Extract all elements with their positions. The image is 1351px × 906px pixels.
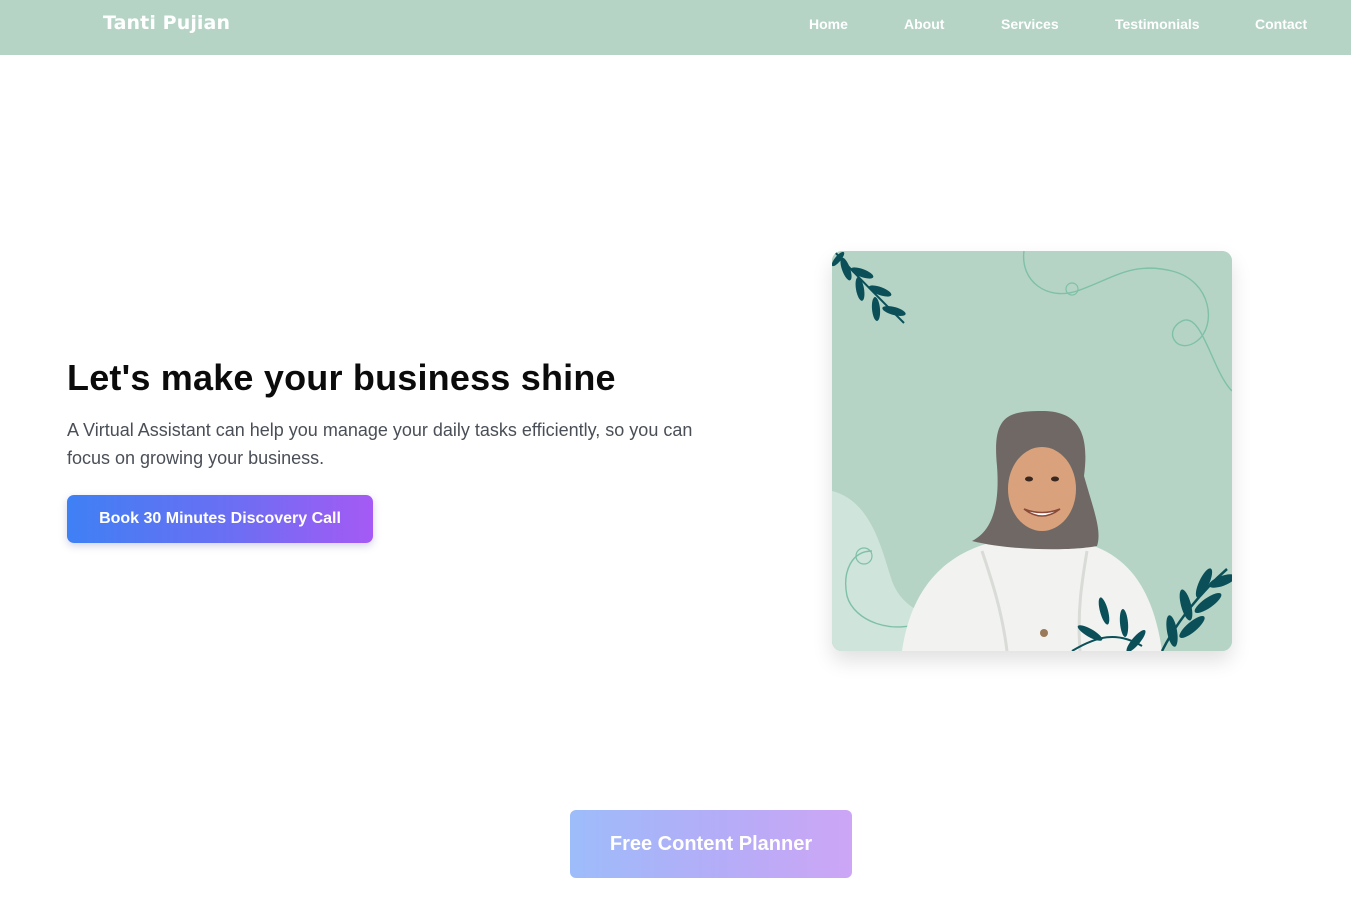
nav-link-contact[interactable]: Contact [1255,16,1307,32]
nav-link-about[interactable]: About [904,16,944,32]
book-discovery-call-button[interactable]: Book 30 Minutes Discovery Call [67,495,373,543]
hero-description: A Virtual Assistant can help you manage … [67,420,693,468]
nav-link-home[interactable]: Home [809,16,848,32]
brand-logo-link[interactable]: Tanti Pujian [103,12,230,34]
free-content-planner-button[interactable]: Free Content Planner [570,810,852,878]
top-navbar: Tanti Pujian Home About Services Testimo… [0,0,1351,55]
hero-title: Let's make your business shine [67,357,616,398]
profile-portrait-image [832,251,1232,651]
nav-link-services[interactable]: Services [1001,16,1059,32]
nav-link-testimonials[interactable]: Testimonials [1115,16,1200,32]
